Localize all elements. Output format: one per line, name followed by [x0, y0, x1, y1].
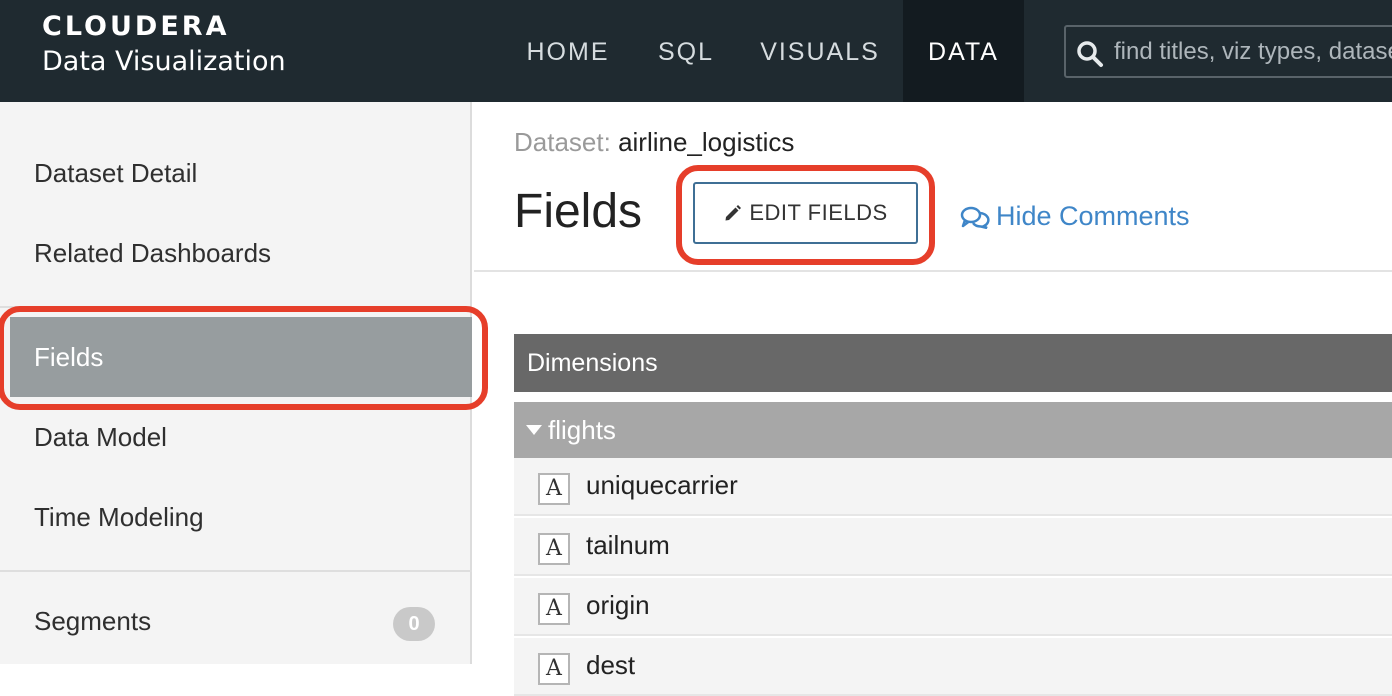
- nav-visuals[interactable]: VISUALS: [748, 0, 892, 102]
- search-box: [1064, 25, 1392, 78]
- dataset-name: airline_logistics: [618, 127, 795, 157]
- brand-logo: CLOUDERA: [42, 11, 230, 42]
- sidebar-item-time-modeling[interactable]: Time Modeling: [0, 487, 472, 547]
- field-name: uniquecarrier: [586, 470, 738, 500]
- sidebar-item-data-model[interactable]: Data Model: [0, 407, 472, 467]
- nav-home[interactable]: HOME: [508, 0, 628, 102]
- hide-comments-label: Hide Comments: [996, 201, 1190, 231]
- field-row[interactable]: A uniquecarrier: [514, 458, 1392, 516]
- brand[interactable]: CLOUDERA Data Visualization: [42, 12, 286, 80]
- sidebar-item-dataset-detail[interactable]: Dataset Detail: [0, 143, 472, 203]
- field-name: origin: [586, 590, 650, 620]
- string-type-icon: A: [538, 653, 570, 685]
- group-header-flights[interactable]: flights: [514, 402, 1392, 458]
- string-type-icon: A: [538, 473, 570, 505]
- search-icon[interactable]: [1076, 40, 1104, 68]
- caret-down-icon: [526, 425, 542, 435]
- group-name: flights: [548, 415, 616, 445]
- string-type-icon: A: [538, 533, 570, 565]
- segments-count-badge: 0: [393, 607, 435, 641]
- field-row[interactable]: A origin: [514, 578, 1392, 636]
- sidebar-divider: [0, 570, 472, 572]
- hide-comments-link[interactable]: Hide Comments: [960, 201, 1190, 232]
- field-name: dest: [586, 650, 636, 680]
- header-divider: [474, 270, 1392, 272]
- top-navigation-bar: CLOUDERA Data Visualization HOME SQL VIS…: [0, 0, 1392, 102]
- highlight-ring-fields: [0, 306, 488, 410]
- string-type-icon: A: [538, 593, 570, 625]
- sidebar-item-related-dashboards[interactable]: Related Dashboards: [0, 223, 472, 283]
- highlight-ring-edit-fields: [676, 165, 935, 265]
- dimensions-header: Dimensions: [514, 334, 1392, 392]
- dataset-label: Dataset:: [514, 127, 611, 157]
- nav-sql[interactable]: SQL: [640, 0, 732, 102]
- brand-product-name: Data Visualization: [42, 46, 286, 77]
- field-row[interactable]: A dest: [514, 638, 1392, 696]
- field-row[interactable]: A tailnum: [514, 518, 1392, 576]
- dataset-breadcrumb: Dataset: airline_logistics: [514, 127, 794, 158]
- field-name: tailnum: [586, 530, 670, 560]
- search-input[interactable]: [1114, 37, 1392, 67]
- page-title: Fields: [514, 185, 643, 238]
- comments-icon: [960, 206, 990, 230]
- nav-data[interactable]: DATA: [903, 0, 1024, 102]
